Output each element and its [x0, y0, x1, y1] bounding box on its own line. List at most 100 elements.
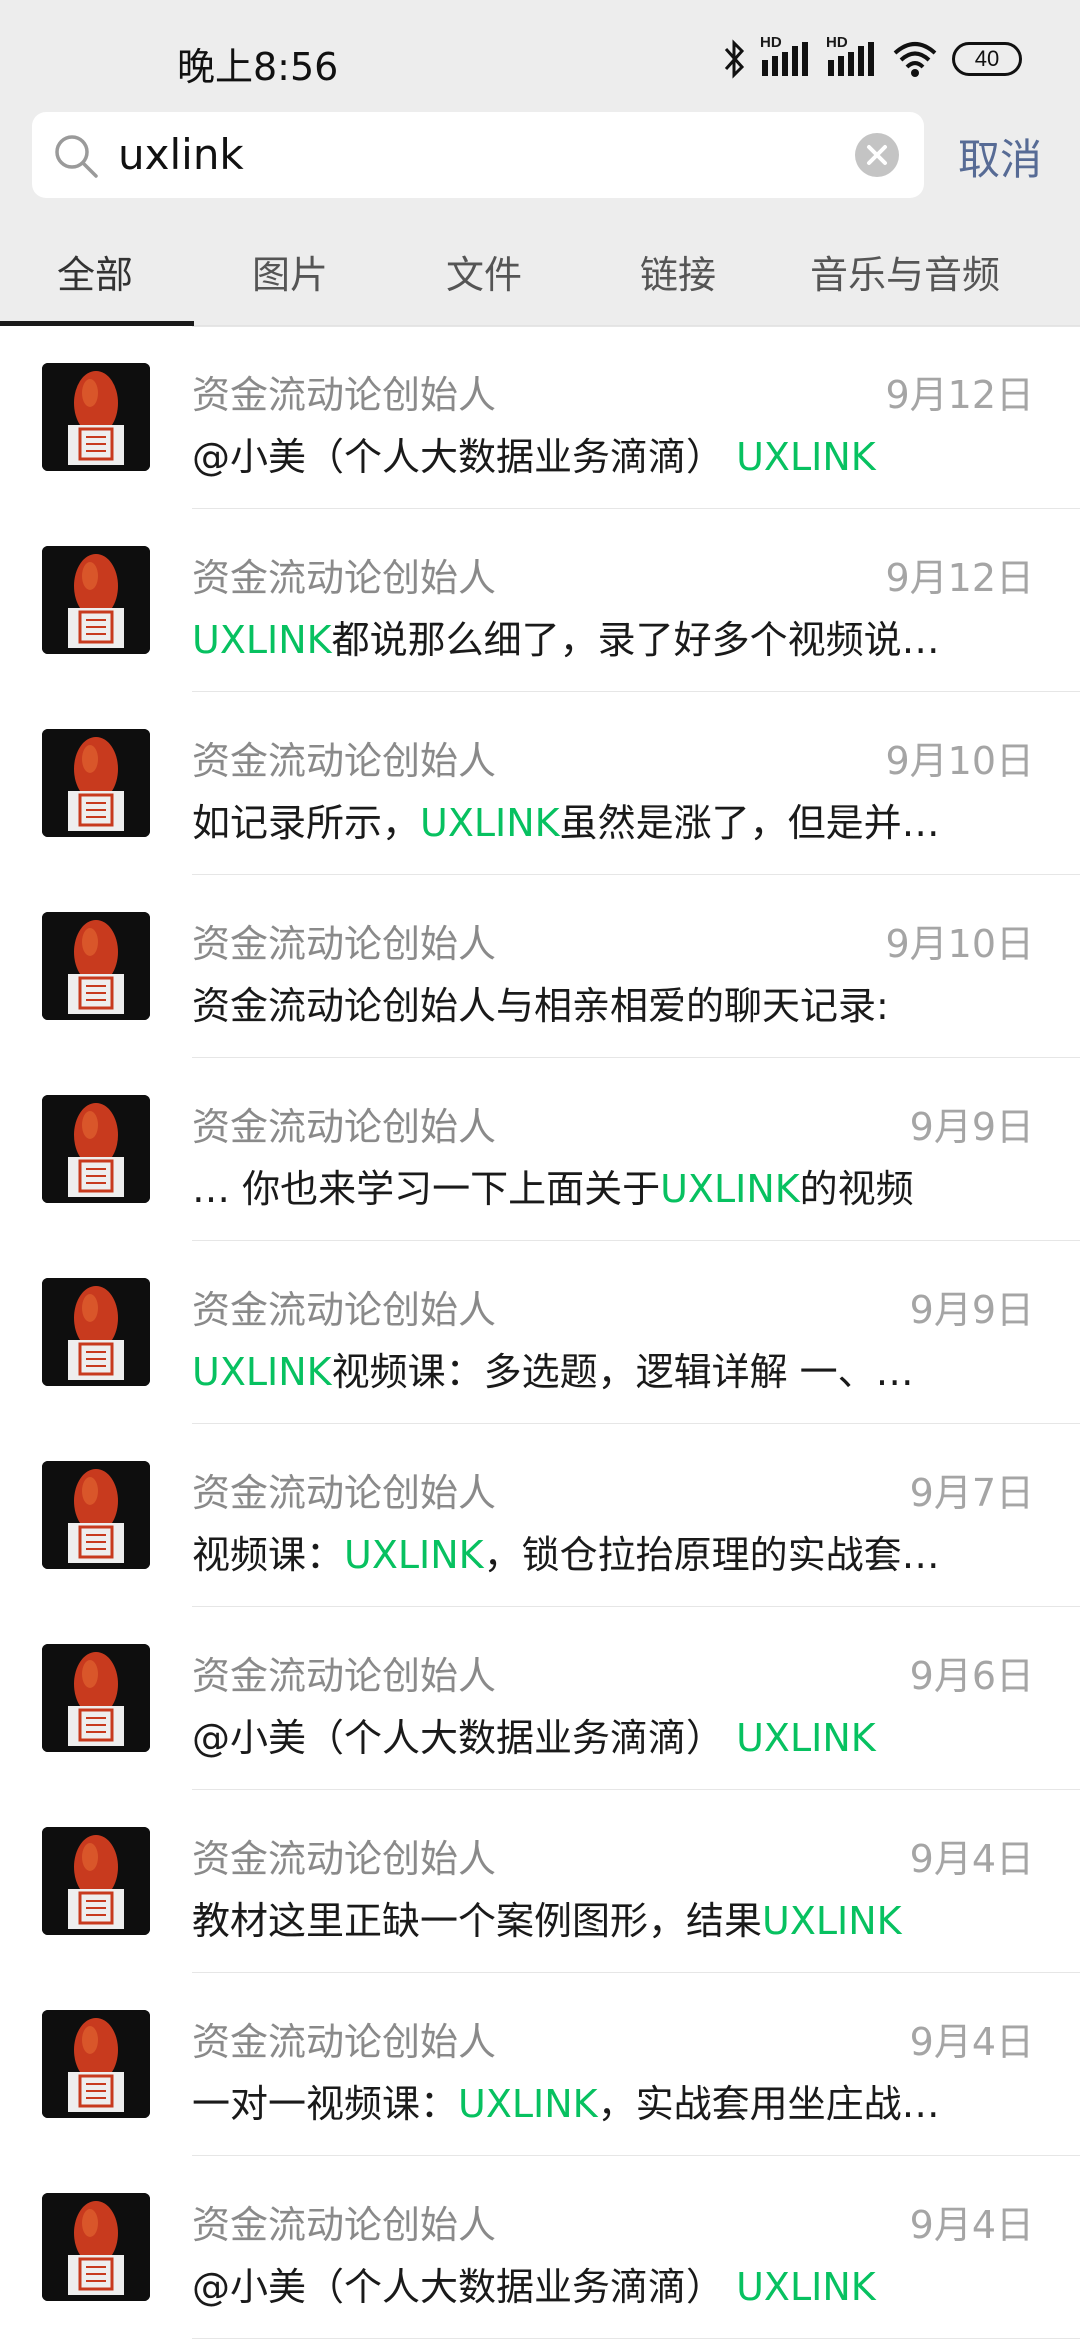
avatar — [42, 1827, 150, 1935]
search-input[interactable] — [118, 112, 858, 198]
sender-name: 资金流动论创始人 — [192, 1105, 497, 1149]
sender-name: 资金流动论创始人 — [192, 739, 497, 783]
status-time: 晚上8:56 — [177, 45, 339, 89]
avatar — [42, 1278, 150, 1386]
message-snippet: 教材这里正缺一个案例图形，结果UXLINK — [192, 1890, 1012, 1945]
message-snippet: UXLINK都说那么细了，录了好多个视频说… — [192, 609, 1012, 664]
tab-links[interactable]: 链接 — [640, 244, 716, 299]
snippet-text-before: 视频课： — [192, 1533, 345, 1577]
sender-name: 资金流动论创始人 — [192, 2203, 497, 2247]
snippet-highlight: UXLINK — [736, 2265, 876, 2309]
tab-images[interactable]: 图片 — [252, 244, 328, 299]
result-row[interactable]: 资金流动论创始人 9月7日 视频课：UXLINK，锁仓拉抬原理的实战套… — [0, 1424, 1080, 1607]
avatar — [42, 2010, 150, 2118]
snippet-text-before: 教材这里正缺一个案例图形，结果 — [192, 1899, 763, 1943]
sender-name: 资金流动论创始人 — [192, 1654, 497, 1698]
result-row[interactable]: 资金流动论创始人 9月4日 教材这里正缺一个案例图形，结果UXLINK — [0, 1790, 1080, 1973]
snippet-text-after: 视频课：多选题，逻辑详解 一、… — [331, 1350, 914, 1394]
snippet-text-before: 如记录所示， — [192, 801, 421, 845]
search-icon — [55, 135, 98, 178]
snippet-text-before: @小美（个人大数据业务滴滴） — [192, 435, 737, 479]
message-snippet: @小美（个人大数据业务滴滴） UXLINK — [192, 2256, 1012, 2311]
result-row[interactable]: 资金流动论创始人 9月12日 @小美（个人大数据业务滴滴） UXLINK — [0, 326, 1080, 509]
snippet-text-before: … 你也来学习一下上面关于 — [192, 1167, 661, 1211]
message-date: 9月4日 — [909, 1837, 1034, 1881]
message-date: 9月7日 — [909, 1471, 1034, 1515]
snippet-text-before: @小美（个人大数据业务滴滴） — [192, 1716, 737, 1760]
sender-name: 资金流动论创始人 — [192, 2020, 497, 2064]
signal-icon-2: HD — [826, 34, 878, 80]
result-row[interactable]: 资金流动论创始人 9月9日 UXLINK视频课：多选题，逻辑详解 一、… — [0, 1241, 1080, 1424]
wifi-icon — [893, 42, 937, 77]
snippet-text-before: 一对一视频课： — [192, 2082, 459, 2126]
snippet-highlight: UXLINK — [192, 1350, 332, 1394]
result-row[interactable]: 资金流动论创始人 9月10日 如记录所示，UXLINK虽然是涨了，但是并… — [0, 692, 1080, 875]
avatar — [42, 546, 150, 654]
message-date: 9月4日 — [909, 2020, 1034, 2064]
message-date: 9月10日 — [885, 739, 1034, 783]
result-row[interactable]: 资金流动论创始人 9月10日 资金流动论创始人与相亲相爱的聊天记录: — [0, 875, 1080, 1058]
system-icons: HD HD 40 — [722, 34, 1022, 82]
result-row[interactable]: 资金流动论创始人 9月12日 UXLINK都说那么细了，录了好多个视频说… — [0, 509, 1080, 692]
snippet-text-after: 都说那么细了，录了好多个视频说… — [331, 618, 940, 662]
result-row[interactable]: 资金流动论创始人 9月4日 一对一视频课：UXLINK，实战套用坐庄战… — [0, 1973, 1080, 2156]
snippet-highlight: UXLINK — [736, 435, 876, 479]
message-date: 9月6日 — [909, 1654, 1034, 1698]
snippet-highlight: UXLINK — [192, 618, 332, 662]
snippet-text-after: ，实战套用坐庄战… — [597, 2082, 940, 2126]
clear-search-icon[interactable] — [854, 132, 900, 178]
search-box[interactable] — [32, 112, 924, 198]
row-divider — [192, 2338, 1080, 2339]
snippet-text-after: ，锁仓拉抬原理的实战套… — [483, 1533, 940, 1577]
snippet-highlight: UXLINK — [736, 1716, 876, 1760]
avatar — [42, 912, 150, 1020]
signal-icon-1: HD — [760, 34, 812, 80]
message-date: 9月10日 — [885, 922, 1034, 966]
tab-all[interactable]: 全部 — [57, 244, 133, 299]
message-snippet: 如记录所示，UXLINK虽然是涨了，但是并… — [192, 792, 1012, 847]
filter-tabs: 全部 图片 文件 链接 音乐与音频 — [0, 222, 1080, 326]
cancel-button[interactable]: 取消 — [958, 126, 1042, 187]
sender-name: 资金流动论创始人 — [192, 922, 497, 966]
snippet-highlight: UXLINK — [344, 1533, 484, 1577]
tab-music-audio[interactable]: 音乐与音频 — [810, 244, 1000, 299]
bluetooth-icon — [724, 39, 745, 79]
search-row: 取消 — [0, 112, 1080, 222]
avatar — [42, 1095, 150, 1203]
snippet-highlight: UXLINK — [458, 2082, 598, 2126]
message-date: 9月12日 — [885, 373, 1034, 417]
message-date: 9月9日 — [909, 1288, 1034, 1332]
tab-files[interactable]: 文件 — [446, 244, 522, 299]
sender-name: 资金流动论创始人 — [192, 373, 497, 417]
message-snippet: @小美（个人大数据业务滴滴） UXLINK — [192, 1707, 1012, 1762]
snippet-text-before: 资金流动论创始人与相亲相爱的聊天记录: — [192, 984, 889, 1028]
message-snippet: … 你也来学习一下上面关于UXLINK的视频 — [192, 1158, 1012, 1213]
message-date: 9月4日 — [909, 2203, 1034, 2247]
header: 晚上8:56 HD HD 40 uxlink 取消 全部 图片 文件 链接 音乐… — [0, 0, 1080, 326]
avatar — [42, 1644, 150, 1752]
message-date: 9月9日 — [909, 1105, 1034, 1149]
message-snippet: 资金流动论创始人与相亲相爱的聊天记录: — [192, 975, 1012, 1030]
avatar — [42, 2193, 150, 2301]
avatar — [42, 363, 150, 471]
snippet-highlight: UXLINK — [762, 1899, 902, 1943]
search-results-list: 资金流动论创始人 9月12日 @小美（个人大数据业务滴滴） UXLINK 资金流… — [0, 326, 1080, 2339]
snippet-text-after: 的视频 — [799, 1167, 914, 1211]
result-row[interactable]: 资金流动论创始人 9月9日 … 你也来学习一下上面关于UXLINK的视频 — [0, 1058, 1080, 1241]
snippet-highlight: UXLINK — [420, 801, 560, 845]
avatar — [42, 1461, 150, 1569]
result-row[interactable]: 资金流动论创始人 9月6日 @小美（个人大数据业务滴滴） UXLINK — [0, 1607, 1080, 1790]
status-bar: 晚上8:56 HD HD 40 — [0, 0, 1080, 112]
result-row[interactable]: 资金流动论创始人 9月4日 @小美（个人大数据业务滴滴） UXLINK — [0, 2156, 1080, 2339]
sender-name: 资金流动论创始人 — [192, 556, 497, 600]
battery-icon: 40 — [952, 42, 1022, 76]
message-snippet: 一对一视频课：UXLINK，实战套用坐庄战… — [192, 2073, 1012, 2128]
message-snippet: 视频课：UXLINK，锁仓拉抬原理的实战套… — [192, 1524, 1012, 1579]
message-date: 9月12日 — [885, 556, 1034, 600]
snippet-text-after: 虽然是涨了，但是并… — [559, 801, 940, 845]
message-snippet: UXLINK视频课：多选题，逻辑详解 一、… — [192, 1341, 1012, 1396]
message-snippet: @小美（个人大数据业务滴滴） UXLINK — [192, 426, 1012, 481]
snippet-highlight: UXLINK — [660, 1167, 800, 1211]
sender-name: 资金流动论创始人 — [192, 1471, 497, 1515]
snippet-text-before: @小美（个人大数据业务滴滴） — [192, 2265, 737, 2309]
